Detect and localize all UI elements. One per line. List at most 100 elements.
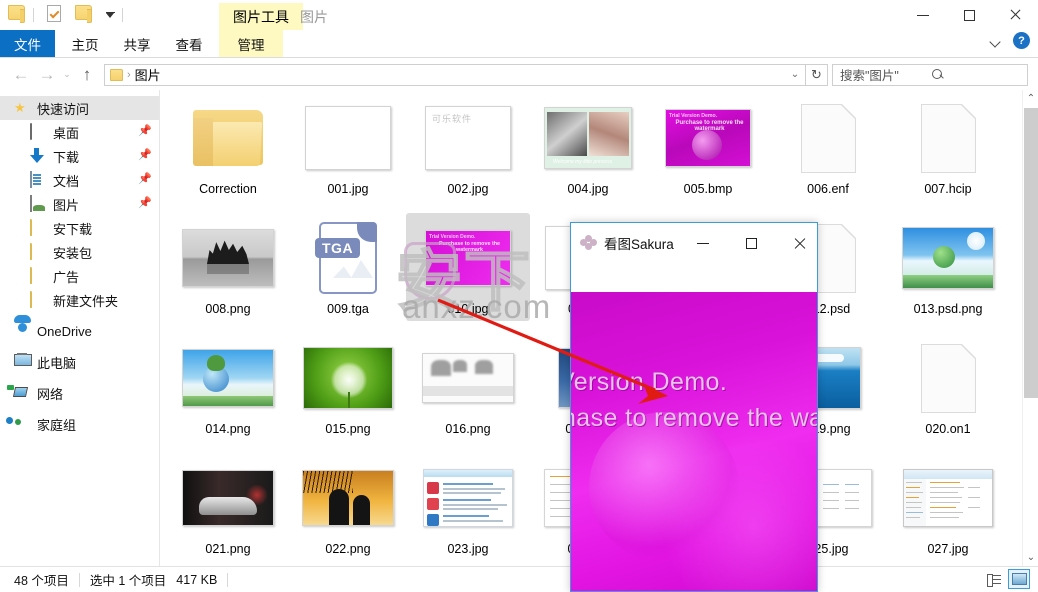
file-name: 023.jpg: [447, 542, 489, 556]
folder-icon: [30, 291, 47, 308]
status-divider-2: [227, 572, 229, 587]
customize-dropdown-icon[interactable]: [103, 8, 117, 22]
pin-icon[interactable]: 📌: [138, 126, 152, 137]
sidebar-item-label: 安装包: [53, 245, 93, 261]
viewer-title: 看图Sakura: [604, 237, 674, 252]
sakura-viewer-window[interactable]: 看图Sakura Trial Version Demo. Purchase to…: [570, 222, 818, 592]
file-item[interactable]: 008.png: [168, 218, 288, 316]
file-item[interactable]: 007.hcip: [888, 98, 1008, 196]
file-item[interactable]: TGA 009.tga: [288, 218, 408, 316]
sidebar-item-quick-access[interactable]: ★ 快速访问: [0, 96, 159, 120]
folder-icon: [168, 98, 288, 178]
file-name: 001.jpg: [327, 182, 369, 196]
file-item[interactable]: 022.png: [288, 458, 408, 556]
details-view-icon[interactable]: [983, 569, 1005, 589]
documents-icon: [30, 171, 47, 188]
back-arrow-icon[interactable]: ←: [8, 62, 34, 88]
navigation-pane[interactable]: ★ 快速访问 桌面 📌 下载 📌 文档 📌 图片 📌 安下载 安装包 广告 新建…: [0, 90, 160, 566]
network-icon: [14, 385, 31, 401]
file-item[interactable]: 027.jpg: [888, 458, 1008, 556]
file-item[interactable]: 001.jpg: [288, 98, 408, 196]
file-item[interactable]: 015.png: [288, 338, 408, 436]
file-name: 010.jpg: [447, 302, 489, 316]
file-item[interactable]: Welcome my little princess 004.jpg: [528, 98, 648, 196]
file-name: 027.jpg: [927, 542, 969, 556]
sidebar-item-label: 广告: [53, 269, 80, 285]
tab-view[interactable]: 查看: [164, 30, 214, 58]
file-item[interactable]: 014.png: [168, 338, 288, 436]
search-input[interactable]: 搜索"图片": [832, 63, 1028, 86]
recent-locations-icon[interactable]: ⌄: [60, 62, 74, 88]
folder-icon: [110, 68, 123, 81]
minimize-button[interactable]: [900, 0, 946, 30]
up-arrow-icon[interactable]: ↑: [74, 62, 100, 88]
thumbnail: [288, 458, 408, 538]
viewer-maximize-button[interactable]: [731, 223, 771, 263]
file-item-selected[interactable]: Trial Version Demo. Purchase to remove t…: [406, 213, 530, 321]
sidebar-item-anxiazai[interactable]: 安下载: [0, 216, 159, 240]
sidebar-item-desktop[interactable]: 桌面 📌: [0, 120, 159, 144]
sidebar-item-label: OneDrive: [37, 323, 92, 339]
file-item[interactable]: Correction: [168, 98, 288, 196]
file-item[interactable]: 023.jpg: [408, 458, 528, 556]
homegroup-icon: [14, 416, 31, 432]
file-name: 020.on1: [925, 422, 971, 436]
tab-home[interactable]: 主页: [60, 30, 110, 58]
thumbnail: [888, 458, 1008, 538]
viewer-image-canvas[interactable]: Trial Version Demo. Purchase to remove t…: [571, 292, 817, 591]
pictures-icon: [30, 195, 47, 212]
vertical-scrollbar[interactable]: ⌃ ⌄: [1022, 90, 1038, 566]
item-count: 48 个项目: [14, 574, 69, 588]
file-item[interactable]: Trial Version Demo. Purchase to remove t…: [648, 98, 768, 196]
properties-icon[interactable]: [47, 5, 67, 25]
chevron-down-icon[interactable]: ⌄: [787, 69, 803, 80]
new-folder-icon[interactable]: [75, 5, 95, 25]
sidebar-item-installers[interactable]: 安装包: [0, 240, 159, 264]
thumbnail: [288, 98, 408, 178]
file-item[interactable]: 013.psd.png: [888, 218, 1008, 316]
viewer-minimize-button[interactable]: [683, 223, 723, 263]
sidebar-item-new-folder[interactable]: 新建文件夹: [0, 288, 159, 312]
help-icon[interactable]: ?: [1013, 32, 1030, 49]
breadcrumb-current[interactable]: 图片: [135, 65, 161, 84]
large-icons-view-icon[interactable]: [1008, 569, 1030, 589]
sidebar-item-onedrive[interactable]: OneDrive: [0, 319, 159, 343]
star-icon: ★: [14, 100, 26, 115]
viewer-title-bar[interactable]: 看图Sakura: [571, 223, 817, 263]
scroll-up-arrow-icon[interactable]: ⌃: [1023, 90, 1038, 107]
file-item[interactable]: 006.enf: [768, 98, 888, 196]
forward-arrow-icon[interactable]: →: [34, 62, 60, 88]
refresh-icon[interactable]: ↻: [806, 63, 828, 86]
folder-icon[interactable]: [8, 5, 28, 25]
close-button[interactable]: [992, 0, 1038, 30]
address-path-box[interactable]: › 图片 ⌄: [104, 63, 806, 86]
sidebar-item-documents[interactable]: 文档 📌: [0, 168, 159, 192]
sidebar-item-pictures[interactable]: 图片 📌: [0, 192, 159, 216]
cloud-icon: [14, 323, 31, 339]
pin-icon[interactable]: 📌: [138, 198, 152, 209]
sidebar-item-homegroup[interactable]: 家庭组: [0, 412, 159, 436]
tab-manage[interactable]: 管理: [219, 30, 283, 58]
file-name: 005.bmp: [683, 182, 733, 196]
tab-share[interactable]: 共享: [112, 30, 162, 58]
thumbnail: [888, 218, 1008, 298]
tab-file[interactable]: 文件: [0, 30, 55, 58]
sidebar-item-downloads[interactable]: 下载 📌: [0, 144, 159, 168]
file-item[interactable]: 016.png: [408, 338, 528, 436]
file-item[interactable]: 020.on1: [888, 338, 1008, 436]
pin-icon[interactable]: 📌: [138, 150, 152, 161]
file-item[interactable]: 021.png: [168, 458, 288, 556]
viewer-close-button[interactable]: [779, 223, 817, 263]
file-item[interactable]: 可乐软件 002.jpg: [408, 98, 528, 196]
scrollbar-thumb[interactable]: [1024, 108, 1038, 398]
sidebar-item-ads[interactable]: 广告: [0, 264, 159, 288]
sidebar-item-network[interactable]: 网络: [0, 381, 159, 405]
pin-icon[interactable]: 📌: [138, 174, 152, 185]
scroll-down-arrow-icon[interactable]: ⌄: [1023, 549, 1038, 566]
window-title: 图片: [300, 8, 328, 25]
chevron-down-icon[interactable]: [989, 34, 1003, 48]
thumbnail: [168, 338, 288, 418]
maximize-button[interactable]: [946, 0, 992, 30]
sidebar-item-this-pc[interactable]: 此电脑: [0, 350, 159, 374]
folder-icon: [30, 243, 47, 260]
